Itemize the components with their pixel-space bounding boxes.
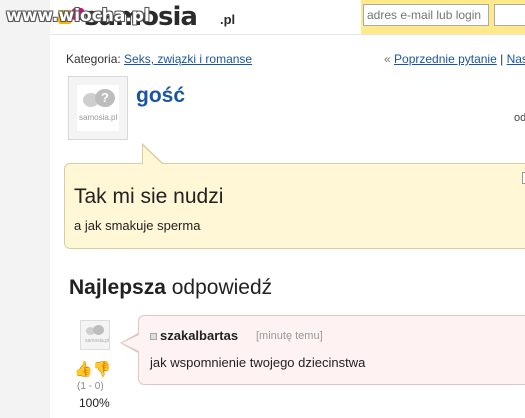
answer-timestamp: [minutę temu] <box>256 330 323 342</box>
best-answer-heading: Najlepsza odpowiedź <box>69 276 272 300</box>
email-field[interactable] <box>363 4 489 26</box>
next-question-link[interactable]: Nast <box>507 52 525 66</box>
category-label: Kategoria: <box>66 52 121 66</box>
author-avatar[interactable]: ? samosia.pl <box>68 76 128 140</box>
answer-avatar[interactable]: samosia.pl <box>80 320 110 350</box>
avatar-label: samosia.pl <box>79 113 118 122</box>
best-answer-heading-rest: odpowiedź <box>165 276 273 299</box>
thumbs-down-icon[interactable]: 👎 <box>93 361 112 378</box>
question-bubble-icon <box>93 325 104 335</box>
question-body: a jak smakuje sperma <box>74 218 201 233</box>
thumbs-up-icon[interactable]: 👍 <box>74 361 93 378</box>
answer-avatar-label: samosia.pl <box>85 338 109 344</box>
category-link[interactable]: Seks, związki i romanse <box>124 52 252 66</box>
answer-text: jak wspomnienie twojego dziecinstwa <box>150 355 366 370</box>
answer-bubble-tail-fill <box>122 335 139 351</box>
password-field[interactable] <box>494 4 525 26</box>
category-row: Kategoria: Seks, związki i romanse « Pop… <box>66 52 525 68</box>
question-bubble-icon: ? <box>95 89 115 107</box>
prev-arrow-icon: « <box>384 52 391 66</box>
logo-tld: .pl <box>220 12 236 27</box>
page: samosia .pl Kategoria: Seks, związki i r… <box>50 0 525 418</box>
question-title: Tak mi sie nudzi <box>74 185 224 208</box>
answer-bubble <box>138 315 525 385</box>
vote-count: (1 - 0) <box>77 381 104 392</box>
best-answer-heading-bold: Najlepsza <box>69 276 166 299</box>
question-nav: « Poprzednie pytanie | Nast <box>384 52 525 66</box>
prev-question-link[interactable]: Poprzednie pytanie <box>394 52 497 66</box>
answer-username[interactable]: szakalbartas <box>160 328 238 343</box>
nav-separator: | <box>500 52 504 66</box>
question-bubble-tail-fill <box>143 146 162 164</box>
side-snippet: od <box>514 112 525 124</box>
vote-percent: 100% <box>79 396 110 410</box>
avatar-image: ? samosia.pl <box>77 85 119 131</box>
vote-buttons: 👍👎 <box>74 360 111 378</box>
author-name[interactable]: gość <box>136 84 185 108</box>
watermark: www.wiocha.pl <box>6 6 150 26</box>
user-bullet-icon <box>150 333 157 340</box>
